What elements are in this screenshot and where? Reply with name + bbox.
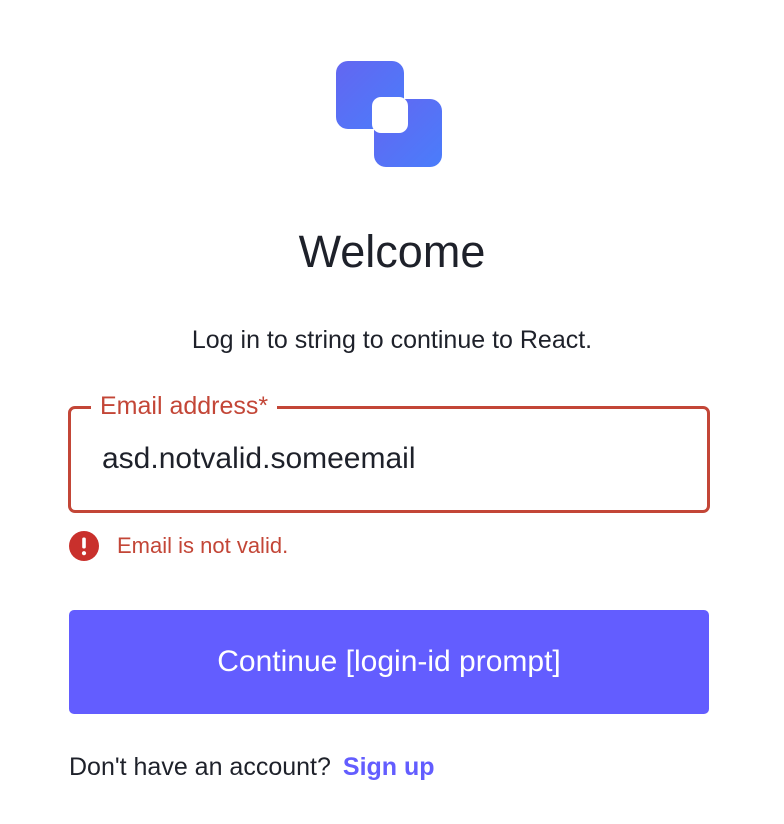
- error-alert-icon: [69, 531, 99, 561]
- signup-prompt: Don't have an account? Sign up: [69, 750, 435, 784]
- email-field[interactable]: Email address*: [68, 390, 710, 513]
- login-page: Welcome Log in to string to continue to …: [0, 0, 784, 824]
- page-title: Welcome: [298, 226, 486, 277]
- email-error-message: Email is not valid.: [117, 533, 289, 558]
- signup-link[interactable]: Sign up: [343, 753, 435, 781]
- signup-prompt-text: Don't have an account?: [69, 753, 331, 781]
- email-error: Email is not valid.: [68, 530, 288, 562]
- email-input[interactable]: [102, 439, 672, 479]
- page-subtitle: Log in to string to continue to React.: [191, 326, 593, 354]
- app-logo-icon: [336, 61, 442, 167]
- continue-button[interactable]: Continue [login-id prompt]: [69, 610, 709, 714]
- email-field-label: Email address*: [91, 390, 278, 422]
